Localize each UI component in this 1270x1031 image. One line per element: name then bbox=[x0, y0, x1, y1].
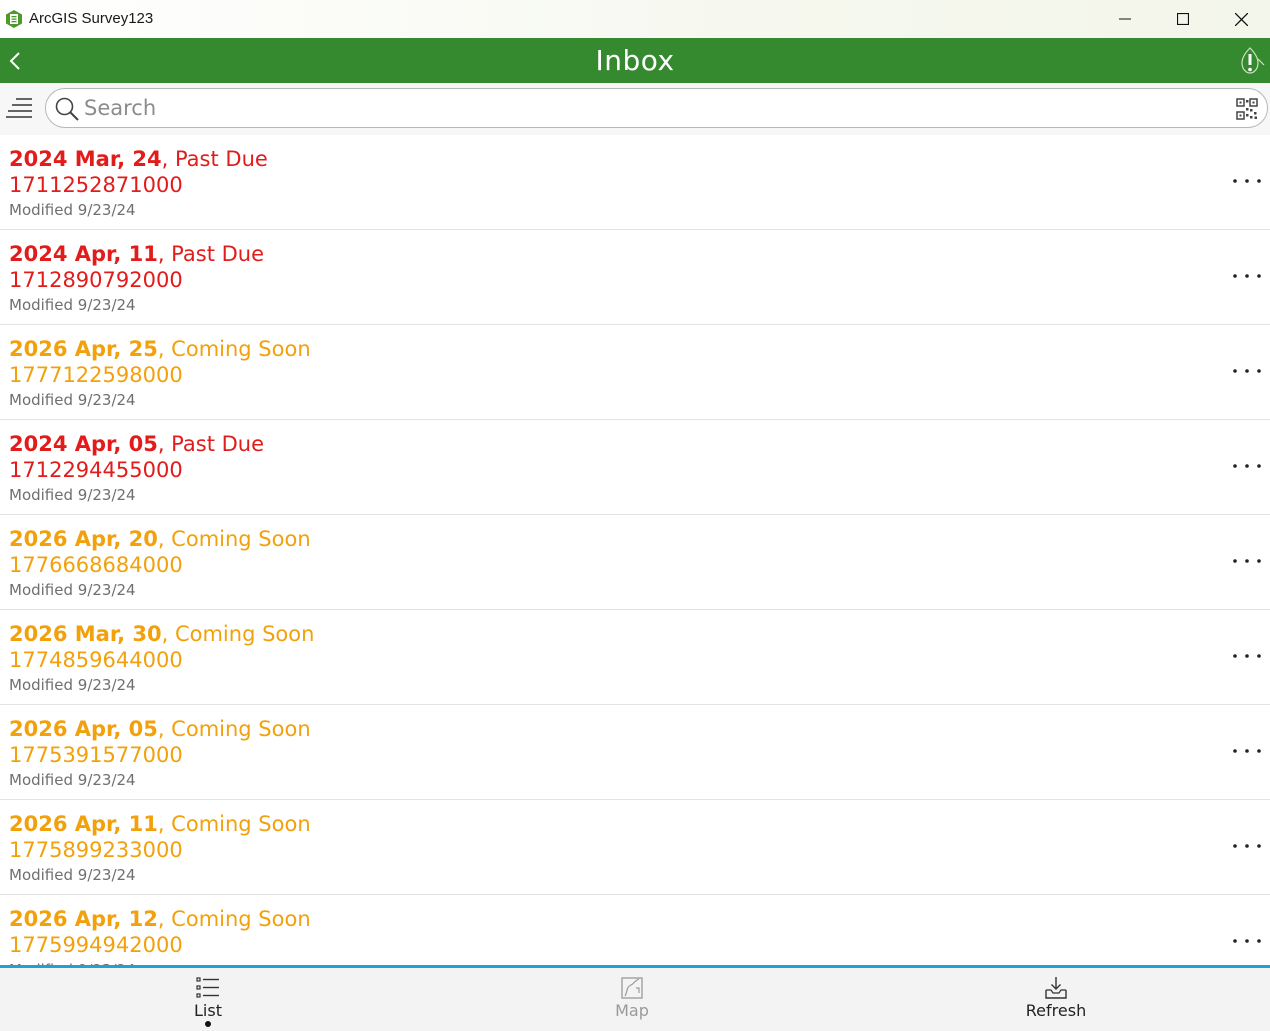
tab-refresh-label: Refresh bbox=[1025, 1001, 1087, 1020]
inbox-item-title: 2026 Apr, 11, Coming Soon bbox=[9, 812, 311, 836]
inbox-item-modified: Modified 9/23/24 bbox=[9, 581, 136, 599]
gps-alert-icon bbox=[1241, 47, 1265, 74]
inbox-item[interactable]: 2026 Apr, 25, Coming Soon 1777122598000 Mo… bbox=[0, 325, 1270, 420]
inbox-item-status: , Coming Soon bbox=[157, 717, 311, 741]
inbox-item-modified: Modified 9/23/24 bbox=[9, 201, 136, 219]
inbox-item-id: 1775899233000 bbox=[9, 838, 183, 862]
window-title: ArcGIS Survey123 bbox=[29, 10, 154, 27]
search-input[interactable] bbox=[84, 93, 1224, 123]
inbox-item-title: 2024 Apr, 05, Past Due bbox=[9, 432, 264, 456]
bottom-tab-bar: List Map Refresh bbox=[0, 965, 1270, 1031]
inbox-item-status: , Coming Soon bbox=[157, 812, 311, 836]
gps-alert-button[interactable] bbox=[1234, 45, 1266, 77]
inbox-item-status: , Past Due bbox=[157, 432, 265, 456]
inbox-item-date: 2024 Apr, 11 bbox=[9, 242, 158, 266]
inbox-item-status: , Coming Soon bbox=[161, 622, 315, 646]
inbox-item-modified: Modified 9/23/24 bbox=[9, 771, 136, 789]
inbox-item-date: 2026 Apr, 20 bbox=[9, 527, 158, 551]
inbox-item-title: 2026 Mar, 30, Coming Soon bbox=[9, 622, 314, 646]
inbox-item-status: , Coming Soon bbox=[157, 337, 311, 361]
inbox-item-modified: Modified 9/23/24 bbox=[9, 676, 136, 694]
back-button[interactable] bbox=[4, 46, 30, 76]
list-icon bbox=[196, 977, 219, 998]
inbox-item-title: 2026 Apr, 12, Coming Soon bbox=[9, 907, 311, 931]
search-icon bbox=[55, 97, 79, 121]
inbox-item-status: , Coming Soon bbox=[157, 527, 311, 551]
app-header: Inbox bbox=[0, 38, 1270, 83]
tab-map-label: Map bbox=[615, 1001, 649, 1020]
inbox-item-id: 1712294455000 bbox=[9, 458, 183, 482]
page-title: Inbox bbox=[595, 44, 675, 77]
inbox-item-date: 2024 Apr, 05 bbox=[9, 432, 158, 456]
inbox-item-modified: Modified 9/23/24 bbox=[9, 866, 136, 884]
map-icon bbox=[621, 977, 643, 999]
inbox-list: 2024 Mar, 24, Past Due 1711252871000 Modif… bbox=[0, 135, 1270, 965]
more-options-icon[interactable] bbox=[1228, 741, 1266, 761]
inbox-item-title: 2024 Apr, 11, Past Due bbox=[9, 242, 264, 266]
inbox-item-title: 2026 Apr, 25, Coming Soon bbox=[9, 337, 311, 361]
inbox-item[interactable]: 2026 Apr, 12, Coming Soon1775994942000Mo… bbox=[0, 895, 1270, 965]
inbox-item-date: 2024 Mar, 24 bbox=[9, 147, 162, 171]
download-inbox-icon bbox=[1045, 977, 1067, 999]
inbox-item[interactable]: 2024 Apr, 05, Past Due 1712294455000 Modif… bbox=[0, 420, 1270, 515]
survey123-app-icon bbox=[6, 10, 22, 28]
inbox-item-id: 1775391577000 bbox=[9, 743, 183, 767]
more-options-icon[interactable] bbox=[1228, 551, 1266, 571]
sort-menu-icon bbox=[6, 98, 32, 118]
tab-refresh[interactable]: Refresh bbox=[996, 968, 1116, 1031]
more-options-icon[interactable] bbox=[1228, 836, 1266, 856]
inbox-item-status: , Past Due bbox=[161, 147, 268, 171]
search-field bbox=[45, 88, 1268, 128]
inbox-item-date: 2026 Apr, 05 bbox=[9, 717, 158, 741]
inbox-item-title: 2026 Apr, 20, Coming Soon bbox=[9, 527, 311, 551]
inbox-item-id: 1712890792000 bbox=[9, 268, 183, 292]
inbox-item-id: 1777122598000 bbox=[9, 363, 183, 387]
inbox-item-date: 2026 Mar, 30 bbox=[9, 622, 162, 646]
inbox-item-status: , Coming Soon bbox=[157, 907, 311, 931]
sort-menu-button[interactable] bbox=[6, 93, 34, 123]
more-options-icon[interactable] bbox=[1228, 171, 1266, 191]
inbox-item-status: , Past Due bbox=[157, 242, 265, 266]
close-button[interactable] bbox=[1212, 0, 1270, 38]
window-titlebar: ArcGIS Survey123 bbox=[0, 0, 1270, 38]
active-tab-indicator bbox=[205, 1021, 211, 1027]
more-options-icon[interactable] bbox=[1228, 931, 1266, 951]
inbox-item[interactable]: 2026 Mar, 30, Coming Soon 1774859644000 Mo… bbox=[0, 610, 1270, 705]
inbox-item[interactable]: 2026 Apr, 20, Coming Soon 1776668684000 Mo… bbox=[0, 515, 1270, 610]
inbox-item-id: 1775994942000 bbox=[9, 933, 183, 957]
tab-list[interactable]: List bbox=[148, 968, 268, 1031]
maximize-icon bbox=[1177, 13, 1189, 25]
inbox-item-modified: Modified 9/23/24 bbox=[9, 391, 136, 409]
minimize-icon bbox=[1119, 18, 1131, 20]
chevron-left-icon bbox=[9, 52, 20, 70]
tab-map[interactable]: Map bbox=[572, 968, 692, 1031]
inbox-item-title: 2026 Apr, 05, Coming Soon bbox=[9, 717, 311, 741]
inbox-item-id: 1776668684000 bbox=[9, 553, 183, 577]
qr-code-icon[interactable] bbox=[1236, 98, 1258, 120]
inbox-item-date: 2026 Apr, 11 bbox=[9, 812, 158, 836]
inbox-item-modified: Modified 9/23/24 bbox=[9, 486, 136, 504]
inbox-item[interactable]: 2026 Apr, 05, Coming Soon 1775391577000 Mo… bbox=[0, 705, 1270, 800]
inbox-item-title: 2024 Mar, 24, Past Due bbox=[9, 147, 268, 171]
inbox-item[interactable]: 2024 Mar, 24, Past Due 1711252871000 Modif… bbox=[0, 135, 1270, 230]
maximize-button[interactable] bbox=[1154, 0, 1212, 38]
more-options-icon[interactable] bbox=[1228, 646, 1266, 666]
tab-list-label: List bbox=[194, 1001, 222, 1020]
inbox-item-id: 1711252871000 bbox=[9, 173, 183, 197]
more-options-icon[interactable] bbox=[1228, 456, 1266, 476]
search-bar bbox=[0, 83, 1270, 135]
inbox-item-date: 2026 Apr, 12 bbox=[9, 907, 158, 931]
more-options-icon[interactable] bbox=[1228, 361, 1266, 381]
close-icon bbox=[1234, 12, 1248, 26]
minimize-button[interactable] bbox=[1096, 0, 1154, 38]
inbox-item-id: 1774859644000 bbox=[9, 648, 183, 672]
inbox-item[interactable]: 2026 Apr, 11, Coming Soon 1775899233000 Mo… bbox=[0, 800, 1270, 895]
more-options-icon[interactable] bbox=[1228, 266, 1266, 286]
inbox-item-modified: Modified 9/23/24 bbox=[9, 296, 136, 314]
inbox-item[interactable]: 2024 Apr, 11, Past Due 1712890792000 Modif… bbox=[0, 230, 1270, 325]
inbox-item-date: 2026 Apr, 25 bbox=[9, 337, 158, 361]
